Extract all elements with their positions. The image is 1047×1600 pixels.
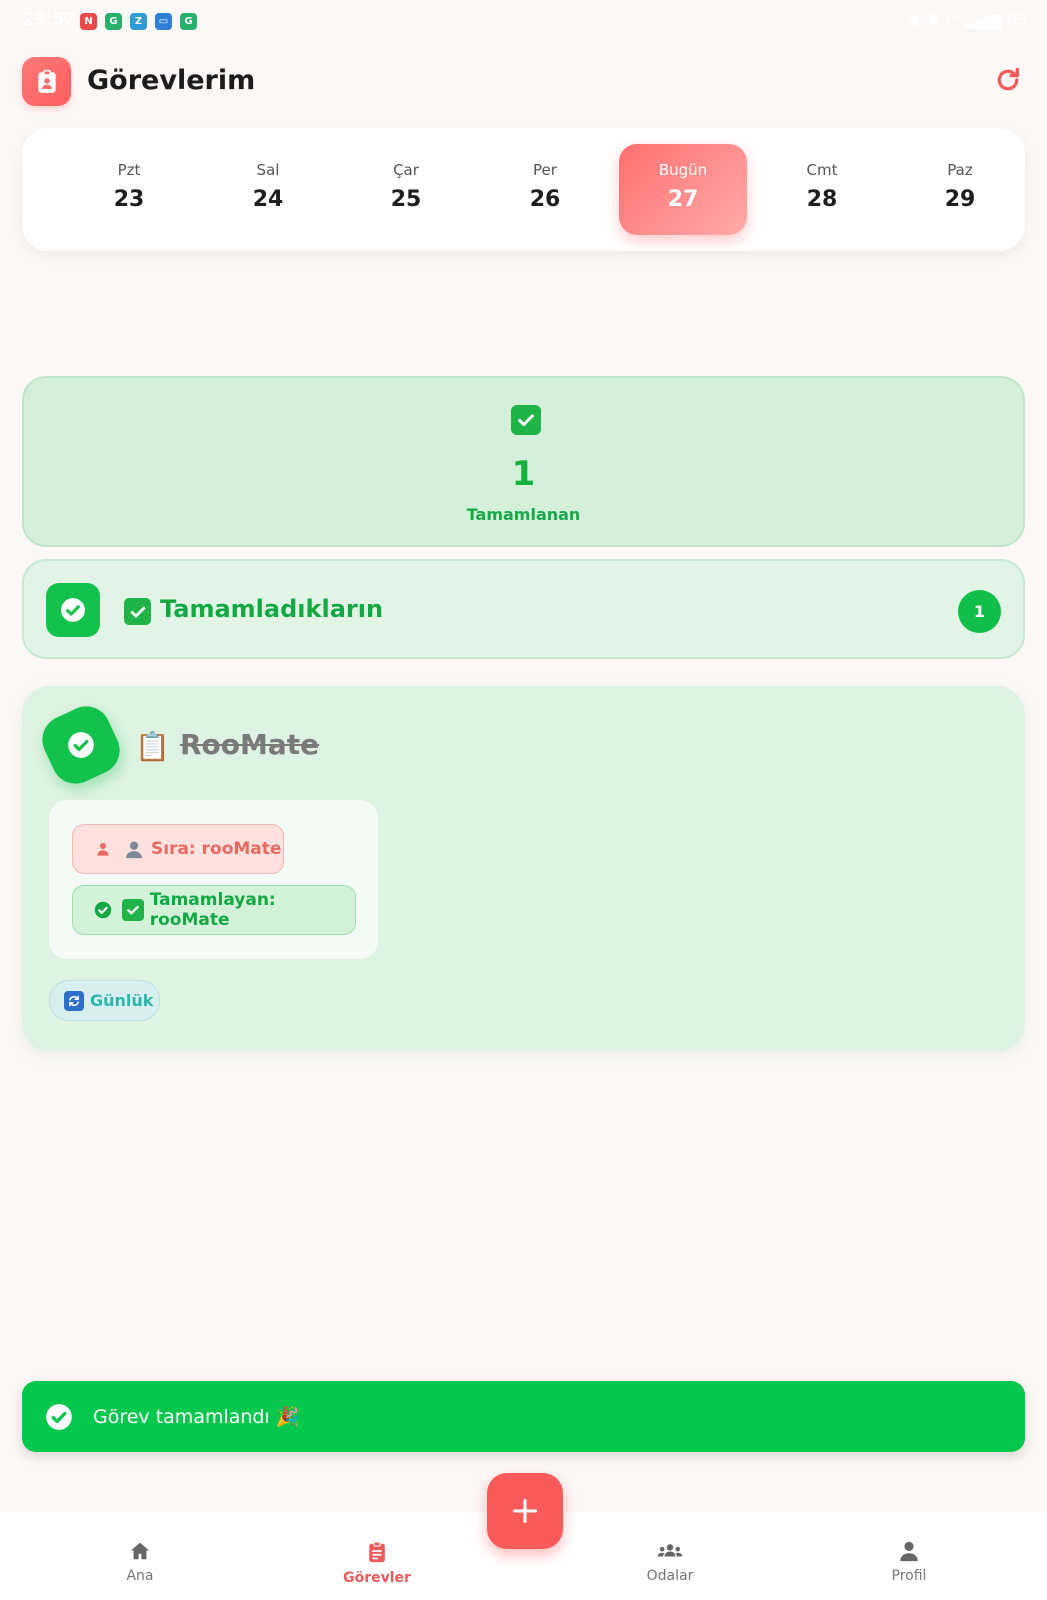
repeat-icon	[64, 990, 84, 1011]
section-count-badge: 1	[958, 590, 1001, 633]
turn-chip-label: Sıra: rooMate	[151, 839, 282, 859]
status-bar: 23:57 N G Z ▭ G ◉ ✱ ◔ ▂▄▆ 85	[0, 0, 1047, 44]
task-card[interactable]: 📋 RooMate Sıra: rooMate Tamamlayan: rooM…	[22, 686, 1025, 1052]
day-name: Paz	[947, 161, 973, 179]
day-paz[interactable]: Paz 29	[896, 144, 1024, 235]
completed-stat-card: 1 Tamamlanan	[22, 376, 1025, 547]
nav-item-home[interactable]: Ana	[60, 1512, 220, 1600]
day-name: Sal	[256, 161, 280, 179]
nav-item-rooms[interactable]: Odalar	[590, 1512, 750, 1600]
toast-message: Görev tamamlandı 🎉	[93, 1406, 300, 1428]
checkbox-check-icon	[124, 598, 151, 625]
person-icon	[93, 839, 113, 859]
day-sal[interactable]: Sal 24	[204, 144, 332, 235]
day-today[interactable]: Bugün 27	[619, 144, 747, 235]
check-circle-icon	[68, 732, 94, 758]
completed-by-chip: Tamamlayan: rooMate	[72, 885, 356, 935]
checkbox-check-icon	[511, 405, 541, 435]
app-header: Görevlerim	[22, 57, 1025, 107]
task-assignment-info: Sıra: rooMate Tamamlayan: rooMate	[49, 800, 378, 959]
nav-label: Profil	[891, 1568, 927, 1584]
success-toast: Görev tamamlandı 🎉	[22, 1381, 1025, 1452]
day-per[interactable]: Per 26	[481, 144, 609, 235]
page-title: Görevlerim	[87, 65, 256, 96]
status-time: 23:57	[22, 10, 77, 30]
app-notification-icon: G	[105, 13, 122, 30]
day-date: 23	[113, 187, 145, 212]
day-name: Pzt	[117, 161, 141, 179]
group-icon	[657, 1544, 683, 1557]
completed-label: Tamamlanan	[466, 505, 581, 524]
nav-label: Ana	[126, 1568, 154, 1584]
notification-icons: N G Z ▭ G	[80, 13, 197, 30]
day-name: Bugün	[658, 161, 708, 179]
section-title: Tamamladıkların	[160, 595, 384, 623]
day-date: 29	[944, 187, 976, 212]
day-date: 28	[806, 187, 838, 212]
clipboard-user-icon	[22, 57, 71, 106]
battery-indicator: ◉ ✱ ◔ ▂▄▆ 85	[908, 10, 1027, 29]
app-notification-icon: G	[180, 13, 197, 30]
plus-icon	[512, 1498, 538, 1524]
frequency-badge: Günlük	[49, 980, 160, 1021]
day-date: 24	[252, 187, 284, 212]
app-notification-icon: N	[80, 13, 97, 30]
refresh-icon[interactable]	[993, 65, 1023, 95]
nav-item-tasks[interactable]: Görevler	[297, 1512, 457, 1600]
clipboard-emoji-icon: 📋	[135, 730, 170, 763]
check-circle-icon	[46, 583, 100, 637]
add-task-button[interactable]	[487, 1473, 563, 1549]
turn-chip: Sıra: rooMate	[72, 824, 284, 874]
day-car[interactable]: Çar 25	[342, 144, 470, 235]
checkbox-check-icon	[122, 899, 144, 921]
person-icon	[900, 1541, 918, 1562]
nav-item-profile[interactable]: Profil	[829, 1512, 989, 1600]
task-complete-toggle[interactable]	[34, 698, 128, 792]
task-title: RooMate	[180, 728, 320, 761]
nav-label: Görevler	[343, 1570, 411, 1586]
frequency-label: Günlük	[90, 991, 154, 1010]
home-icon	[130, 1542, 150, 1560]
clipboard-icon	[369, 1541, 385, 1563]
day-date: 27	[667, 187, 699, 212]
nav-label: Odalar	[646, 1568, 694, 1584]
day-cmt[interactable]: Cmt 28	[758, 144, 886, 235]
battery-level: 85	[1006, 10, 1027, 29]
user-silhouette-icon	[123, 838, 145, 860]
app-notification-icon: ▭	[155, 13, 172, 30]
completed-section-header[interactable]: Tamamladıkların 1	[22, 559, 1025, 659]
day-name: Cmt	[806, 161, 838, 179]
day-date: 25	[390, 187, 422, 212]
completed-count: 1	[511, 454, 536, 494]
completed-by-label: Tamamlayan: rooMate	[149, 890, 276, 930]
day-pzt[interactable]: Pzt 23	[65, 144, 193, 235]
day-date: 26	[529, 187, 561, 212]
day-name: Per	[533, 161, 557, 179]
app-notification-icon: Z	[130, 13, 147, 30]
day-name: Çar	[393, 161, 419, 179]
week-day-selector: Pzt 23 Sal 24 Çar 25 Per 26 Bugün 27 Cmt…	[22, 128, 1025, 251]
check-circle-icon	[46, 1404, 72, 1430]
check-circle-icon	[93, 900, 112, 920]
